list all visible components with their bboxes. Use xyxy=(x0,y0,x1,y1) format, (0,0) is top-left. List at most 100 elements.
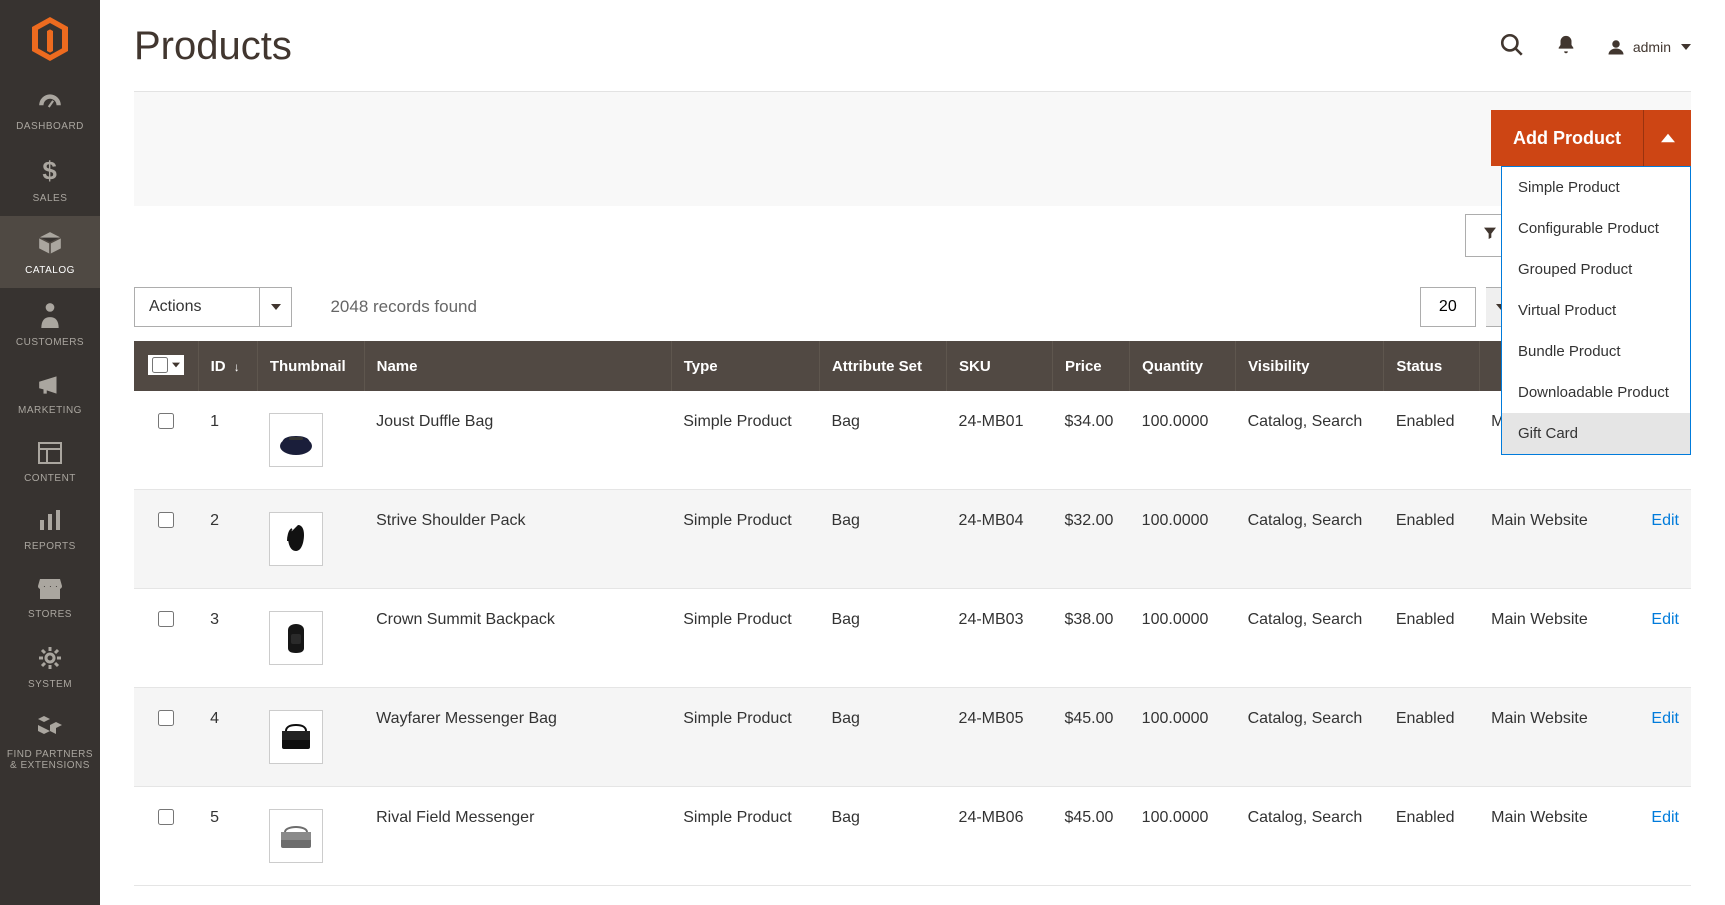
sidebar-item-label: DASHBOARD xyxy=(16,121,84,132)
chevron-down-icon xyxy=(172,361,180,369)
add-product-menu-item[interactable]: Simple Product xyxy=(1502,167,1690,208)
cell-thumbnail xyxy=(257,688,364,787)
col-header-id[interactable]: ID ↓ xyxy=(198,341,257,391)
magento-logo[interactable] xyxy=(0,0,100,78)
cell-action: Edit xyxy=(1627,490,1691,589)
sidebar-item-reports[interactable]: REPORTS xyxy=(0,496,100,564)
product-thumbnail[interactable] xyxy=(269,611,323,665)
actions-toolbar: Add Product Simple ProductConfigurable P… xyxy=(134,91,1691,206)
sidebar-item-stores[interactable]: STORES xyxy=(0,564,100,632)
product-thumbnail[interactable] xyxy=(269,710,323,764)
cell-name: Rival Field Messenger xyxy=(364,787,671,886)
col-header-thumbnail[interactable]: Thumbnail xyxy=(257,341,364,391)
add-product-split-button: Add Product Simple ProductConfigurable P… xyxy=(1491,110,1691,166)
page-header: Products admin xyxy=(100,0,1725,91)
cell-action: Edit xyxy=(1627,688,1691,787)
add-product-menu-item[interactable]: Virtual Product xyxy=(1502,290,1690,331)
cell-visibility: Catalog, Search xyxy=(1236,787,1384,886)
storefront-icon xyxy=(37,578,63,603)
sidebar-item-catalog[interactable]: CATALOG xyxy=(0,216,100,288)
add-product-menu-item[interactable]: Gift Card xyxy=(1502,413,1690,454)
main-content: Products admin Add Product Simple xyxy=(100,0,1725,905)
cell-name: Crown Summit Backpack xyxy=(364,589,671,688)
cell-type: Simple Product xyxy=(671,391,819,490)
edit-link[interactable]: Edit xyxy=(1651,710,1679,727)
edit-link[interactable]: Edit xyxy=(1651,512,1679,529)
sidebar-item-dashboard[interactable]: DASHBOARD xyxy=(0,78,100,144)
admin-user-menu[interactable]: admin xyxy=(1607,38,1691,56)
add-product-menu-item[interactable]: Bundle Product xyxy=(1502,331,1690,372)
gear-icon xyxy=(38,646,62,673)
row-checkbox[interactable] xyxy=(158,413,174,429)
add-product-menu-item[interactable]: Downloadable Product xyxy=(1502,372,1690,413)
person-icon xyxy=(40,302,60,331)
blocks-icon xyxy=(37,716,63,743)
cell-quantity: 100.0000 xyxy=(1130,688,1236,787)
row-checkbox[interactable] xyxy=(158,809,174,825)
chevron-down-icon xyxy=(259,288,291,326)
cell-id: 1 xyxy=(198,391,257,490)
col-header-type[interactable]: Type xyxy=(671,341,819,391)
page-size-input[interactable] xyxy=(1420,287,1476,327)
sidebar-item-label: FIND PARTNERS & EXTENSIONS xyxy=(4,749,96,771)
col-header-visibility[interactable]: Visibility xyxy=(1236,341,1384,391)
row-checkbox[interactable] xyxy=(158,512,174,528)
col-header-status[interactable]: Status xyxy=(1384,341,1479,391)
cell-status: Enabled xyxy=(1384,589,1479,688)
sidebar-item-label: CUSTOMERS xyxy=(16,337,84,348)
cell-attribute-set: Bag xyxy=(819,391,946,490)
sidebar-item-find-partners-extensions[interactable]: FIND PARTNERS & EXTENSIONS xyxy=(0,702,100,783)
edit-link[interactable]: Edit xyxy=(1651,809,1679,826)
layout-icon xyxy=(38,442,62,467)
product-thumbnail[interactable] xyxy=(269,512,323,566)
grid-controls: Actions 2048 records found per page xyxy=(134,287,1691,327)
cell-name: Joust Duffle Bag xyxy=(364,391,671,490)
row-checkbox[interactable] xyxy=(158,611,174,627)
cell-quantity: 100.0000 xyxy=(1130,787,1236,886)
cell-quantity: 100.0000 xyxy=(1130,589,1236,688)
add-product-menu-item[interactable]: Configurable Product xyxy=(1502,208,1690,249)
box-icon xyxy=(37,230,63,259)
cell-sku: 24-MB06 xyxy=(947,787,1053,886)
sidebar-item-label: MARKETING xyxy=(18,405,82,416)
sidebar-item-sales[interactable]: $SALES xyxy=(0,144,100,216)
sidebar-item-customers[interactable]: CUSTOMERS xyxy=(0,288,100,360)
sidebar-item-label: STORES xyxy=(28,609,72,620)
cell-quantity: 100.0000 xyxy=(1130,490,1236,589)
product-thumbnail[interactable] xyxy=(269,809,323,863)
col-header-price[interactable]: Price xyxy=(1052,341,1129,391)
col-header-select[interactable] xyxy=(134,341,198,391)
add-product-button[interactable]: Add Product xyxy=(1491,110,1643,166)
sidebar-item-content[interactable]: CONTENT xyxy=(0,428,100,496)
col-header-attribute-set[interactable]: Attribute Set xyxy=(819,341,946,391)
cell-name: Strive Shoulder Pack xyxy=(364,490,671,589)
add-product-toggle[interactable] xyxy=(1643,110,1691,166)
cell-action: Edit xyxy=(1627,787,1691,886)
sidebar-item-marketing[interactable]: MARKETING xyxy=(0,360,100,428)
search-icon[interactable] xyxy=(1499,32,1525,61)
cell-quantity: 100.0000 xyxy=(1130,391,1236,490)
col-header-sku[interactable]: SKU xyxy=(947,341,1053,391)
col-header-quantity[interactable]: Quantity xyxy=(1130,341,1236,391)
sidebar-item-system[interactable]: SYSTEM xyxy=(0,632,100,702)
bars-icon xyxy=(38,510,62,535)
col-id-label: ID xyxy=(211,358,226,375)
cell-visibility: Catalog, Search xyxy=(1236,391,1384,490)
cell-type: Simple Product xyxy=(671,490,819,589)
bulk-actions-select[interactable]: Actions xyxy=(134,287,292,327)
cell-thumbnail xyxy=(257,589,364,688)
cell-sku: 24-MB03 xyxy=(947,589,1053,688)
product-thumbnail[interactable] xyxy=(269,413,323,467)
bell-icon[interactable] xyxy=(1555,34,1577,59)
sidebar-item-label: CATALOG xyxy=(25,265,75,276)
select-all-checkbox[interactable] xyxy=(152,357,168,373)
row-checkbox[interactable] xyxy=(158,710,174,726)
col-header-name[interactable]: Name xyxy=(364,341,671,391)
edit-link[interactable]: Edit xyxy=(1651,611,1679,628)
table-row: 5Rival Field MessengerSimple ProductBag2… xyxy=(134,787,1691,886)
cell-id: 3 xyxy=(198,589,257,688)
cell-thumbnail xyxy=(257,787,364,886)
add-product-menu-item[interactable]: Grouped Product xyxy=(1502,249,1690,290)
cell-status: Enabled xyxy=(1384,787,1479,886)
sort-arrow-icon: ↓ xyxy=(234,360,240,374)
